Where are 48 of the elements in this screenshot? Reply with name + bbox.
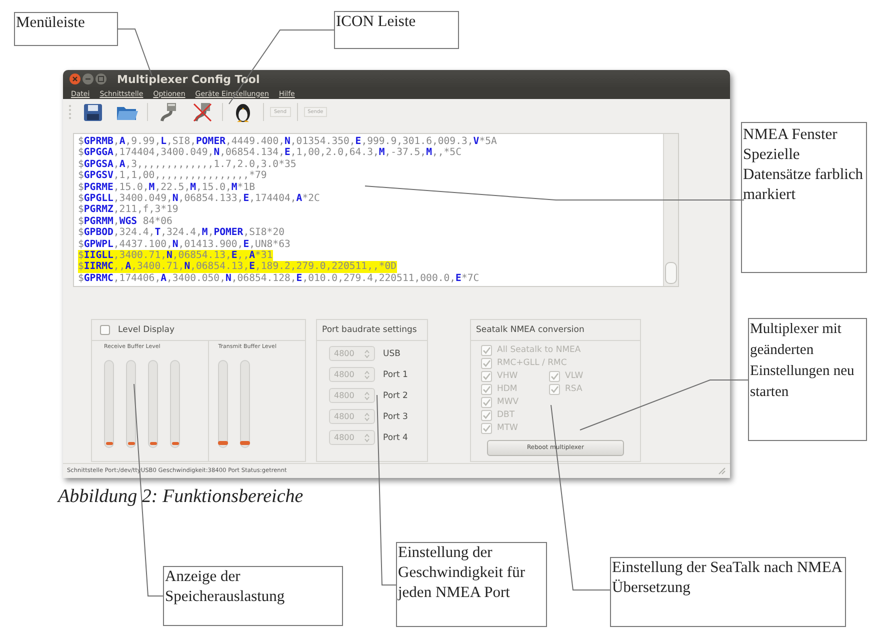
nmea-line: $PGRMZ,211,f,3*19 (78, 204, 178, 216)
nmea-line: $GPGSA,A,3,,,,,,,,,,,,,1.7,2.0,3.0*35 (78, 158, 296, 170)
window-title: Multiplexer Config Tool (117, 72, 260, 86)
checkbox[interactable] (100, 325, 110, 335)
callout-box: Menüleiste (14, 12, 118, 46)
scrollbar[interactable] (663, 134, 678, 286)
checkbox-label: VLW (565, 371, 584, 382)
port-label: Port 1 (383, 370, 408, 380)
nmea-line: $PGRMM,WGS 84*06 (78, 216, 172, 228)
save-icon[interactable] (82, 101, 104, 123)
leader-line (116, 28, 152, 76)
checkbox-label: HDM (497, 384, 518, 396)
checkbox-label: Level Display (118, 325, 174, 335)
callout-box: Multiplexer mit geänderten Einstellungen neu starten (748, 318, 867, 441)
nmea-line: $GPGLL,3400.049,N,06854.133,E,174404,A*2C (78, 193, 320, 204)
minimize-icon[interactable] (82, 73, 94, 85)
checkbox-label: VHW (497, 371, 518, 382)
nmea-line: $GPBOD,324.4,T,324.4,M,POMER,SI8*20 (78, 227, 285, 239)
unplug-icon[interactable] (191, 101, 213, 123)
close-icon[interactable] (69, 73, 81, 85)
port-label: Port 3 (383, 412, 408, 422)
port-label: Port 2 (383, 390, 408, 400)
callout-box: Einstellung der Geschwindigkeit für jeden NMEA Port (396, 542, 547, 627)
nmea-line: $GPRMC,174406,A,3400.050,N,06854.128,E,010.0,279.4,220511,000.0,E*7C (78, 272, 480, 284)
checkbox-label: RSA (565, 384, 582, 396)
figure-caption: Abbildung 2: Funktionsbereiche (58, 486, 304, 508)
callout-box: Einstellung der SeaTalk nach NMEA Übersetzung (610, 557, 846, 627)
checkbox-label: All Seatalk to NMEA (497, 345, 581, 356)
resize-grip-icon[interactable] (718, 467, 726, 475)
nmea-line: $PGRME,15.0,M,22.5,M,15.0,M*1B (78, 182, 255, 194)
checkbox-label: DBT (497, 410, 515, 422)
checkbox-label: MTW (497, 423, 518, 434)
callout-box: Anzeige der Speicherauslastung (163, 566, 343, 626)
nmea-line: $GPGSV,1,1,00,,,,,,,,,,,,,,,,*79 (78, 170, 267, 182)
checkbox-label: MWV (497, 397, 519, 408)
nmea-line: $GPWPL,4437.100,N,01413.900,E,UN8*63 (78, 238, 290, 250)
maximize-icon[interactable] (95, 73, 107, 85)
nmea-line: $GPRMB,A,9.99,L,SI8,POMER,4449.400,N,01354.350,E,999.9,301.6,009.3,V*5A (78, 136, 497, 148)
panel-title: Seatalk NMEA conversion (471, 320, 640, 341)
checkbox-label: RMC+GLL / RMC (497, 358, 567, 370)
callout-box: NMEA Fenster Spezielle Datensätze farblich markiert (741, 122, 867, 273)
panel-title: Port baudrate settings (317, 320, 427, 341)
port-label: USB (383, 348, 400, 358)
nmea-text-area[interactable] (73, 133, 679, 287)
callout-box: ICON Leiste (334, 11, 459, 49)
nmea-line: $GPGGA,174404,3400.049,N,06854.134,E,1,00,2.0,64.3,M,-37.5,M,,*5C (78, 147, 462, 159)
scroll-thumb[interactable] (665, 262, 677, 284)
port-label: Port 4 (383, 432, 408, 442)
